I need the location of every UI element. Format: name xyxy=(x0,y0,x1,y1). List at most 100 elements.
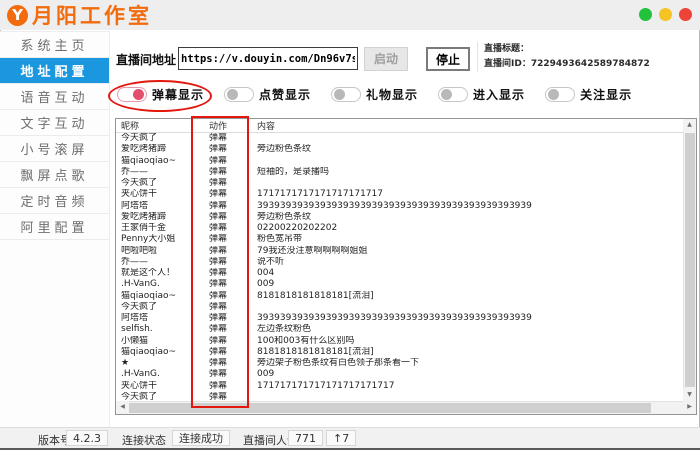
stop-button[interactable]: 停止 xyxy=(426,47,470,71)
sidebar-item-5[interactable]: 小号滚屏 xyxy=(0,136,109,162)
horizontal-scroll-thumb[interactable] xyxy=(129,403,651,413)
cell-content: 79我还没注意啊啊啊啊姐姐 xyxy=(257,246,681,257)
scroll-right-icon[interactable]: ▶ xyxy=(683,401,696,414)
table-row[interactable]: 乔——弹幕说不听 xyxy=(116,257,683,268)
sidebar-item-7[interactable]: 定时音频 xyxy=(0,188,109,214)
scroll-up-icon[interactable]: ▲ xyxy=(683,119,696,131)
cell-nickname: ★ xyxy=(121,358,206,369)
table-row[interactable]: 今天疯了弹幕 xyxy=(116,133,683,144)
cell-content: 短袖的，是录播吗 xyxy=(257,167,681,178)
table-row[interactable]: 夹心饼干弹幕171717171717171717171717 xyxy=(116,381,683,392)
toggle-switch-5[interactable] xyxy=(545,87,575,102)
cell-nickname: 小懒猫 xyxy=(121,336,206,347)
table-row[interactable]: 就是这个人！弹幕004 xyxy=(116,268,683,279)
cell-content: 旁边粉色条纹 xyxy=(257,212,681,223)
yellow-light[interactable] xyxy=(659,8,672,21)
cell-nickname: .H-VanG. xyxy=(121,279,206,290)
toggle-label-2: 点赞显示 xyxy=(259,86,311,103)
toggle-switch-1[interactable] xyxy=(117,87,147,102)
horizontal-scrollbar[interactable]: ◀ ▶ xyxy=(116,401,696,414)
connection-status: 连接成功 xyxy=(172,430,230,446)
scroll-left-icon[interactable]: ◀ xyxy=(116,401,129,414)
table-row[interactable]: Penny大小姐弹幕粉色宽吊带 xyxy=(116,234,683,245)
cell-content: 3939393939393939393939393939393939393939… xyxy=(257,201,681,212)
scroll-down-icon[interactable]: ▼ xyxy=(683,389,696,401)
sidebar-item-1[interactable]: 系统主页 xyxy=(0,32,109,58)
green-light[interactable] xyxy=(639,8,652,21)
vertical-scroll-thumb[interactable] xyxy=(685,133,695,387)
sidebar-item-6[interactable]: 飘屏点歌 xyxy=(0,162,109,188)
table-row[interactable]: 阿塔塔弹幕39393939393939393939393939393939393… xyxy=(116,313,683,324)
cell-action: 弹幕 xyxy=(209,223,254,234)
toggle-knob-icon xyxy=(441,89,452,100)
cell-nickname: 吧啦吧啦 xyxy=(121,246,206,257)
cell-content: 004 xyxy=(257,268,681,279)
cell-nickname: 就是这个人！ xyxy=(121,268,206,279)
cell-nickname: 猫qiaoqiao~ xyxy=(121,156,206,167)
toggle-switch-3[interactable] xyxy=(331,87,361,102)
table-row[interactable]: 王家俏千金弹幕02200220202202 xyxy=(116,223,683,234)
room-id-value: 7229493642589784872 xyxy=(531,59,650,69)
app-logo-icon: Y xyxy=(7,5,28,26)
status-bar: 版本号 4.2.3 连接状态 连接成功 直播间人气 771 ↑7 xyxy=(0,427,700,450)
toggle-label-3: 礼物显示 xyxy=(366,86,418,103)
room-url-input[interactable] xyxy=(178,47,358,70)
cell-action: 弹幕 xyxy=(209,313,254,324)
cell-nickname: 乔—— xyxy=(121,167,206,178)
sidebar-item-2[interactable]: 地址配置 xyxy=(0,58,109,84)
cell-content: 1717171717171717171717 xyxy=(257,189,681,200)
table-row[interactable]: 夹心饼干弹幕1717171717171717171717 xyxy=(116,189,683,200)
red-light[interactable] xyxy=(679,8,692,21)
cell-nickname: selfish. xyxy=(121,324,206,335)
vertical-scrollbar[interactable]: ▲ ▼ xyxy=(683,119,696,401)
table-row[interactable]: 今天疯了弹幕 xyxy=(116,392,683,401)
table-row[interactable]: 猫qiaoqiao~弹幕8181818181818181[流泪] xyxy=(116,291,683,302)
cell-nickname: 乔—— xyxy=(121,257,206,268)
title-bar: Y 月阳工作室 xyxy=(0,0,700,30)
toggle-switch-4[interactable] xyxy=(438,87,468,102)
table-row[interactable]: 小懒猫弹幕100和003有什么区别吗 xyxy=(116,336,683,347)
table-row[interactable]: 阿塔塔弹幕39393939393939393939393939393939393… xyxy=(116,201,683,212)
cell-nickname: 猫qiaoqiao~ xyxy=(121,291,206,302)
cell-content: 100和003有什么区别吗 xyxy=(257,336,681,347)
table-row[interactable]: 猫qiaoqiao~弹幕 xyxy=(116,156,683,167)
table-row[interactable]: 吧啦吧啦弹幕79我还没注意啊啊啊啊姐姐 xyxy=(116,246,683,257)
sidebar-item-3[interactable]: 语音互动 xyxy=(0,84,109,110)
cell-nickname: 今天疯了 xyxy=(121,302,206,313)
cell-action: 弹幕 xyxy=(209,133,254,144)
table-row[interactable]: 今天疯了弹幕 xyxy=(116,178,683,189)
cell-action: 弹幕 xyxy=(209,291,254,302)
cell-content: 009 xyxy=(257,369,681,380)
sidebar-item-4[interactable]: 文字互动 xyxy=(0,110,109,136)
chat-table-body: 今天疯了弹幕爱吃烤猪蹄弹幕旁边粉色条纹猫qiaoqiao~弹幕乔——弹幕短袖的，… xyxy=(116,133,683,401)
cell-nickname: 今天疯了 xyxy=(121,392,206,401)
cell-action: 弹幕 xyxy=(209,156,254,167)
table-row[interactable]: ★弹幕旁边架子粉色条纹有白色领子那条看一下 xyxy=(116,358,683,369)
cell-action: 弹幕 xyxy=(209,268,254,279)
cell-action: 弹幕 xyxy=(209,234,254,245)
toggle-label-4: 进入显示 xyxy=(473,86,525,103)
toggle-switch-2[interactable] xyxy=(224,87,254,102)
table-row[interactable]: 乔——弹幕短袖的，是录播吗 xyxy=(116,167,683,178)
table-row[interactable]: .H-VanG.弹幕009 xyxy=(116,369,683,380)
toggle-group-3: 礼物显示 xyxy=(331,86,418,103)
start-button[interactable]: 启动 xyxy=(364,47,408,71)
cell-action: 弹幕 xyxy=(209,178,254,189)
table-row[interactable]: 爱吃烤猪蹄弹幕旁边粉色条纹 xyxy=(116,144,683,155)
room-url-label: 直播间地址 xyxy=(116,51,176,68)
toggle-group-5: 关注显示 xyxy=(545,86,632,103)
cell-nickname: 夹心饼干 xyxy=(121,189,206,200)
cell-nickname: 爱吃烤猪蹄 xyxy=(121,212,206,223)
table-row[interactable]: 猫qiaoqiao~弹幕8181818181818181[流泪] xyxy=(116,347,683,358)
table-row[interactable]: 今天疯了弹幕 xyxy=(116,302,683,313)
cell-content: 粉色宽吊带 xyxy=(257,234,681,245)
cell-content: 8181818181818181[流泪] xyxy=(257,347,681,358)
toggle-knob-icon xyxy=(548,89,559,100)
cell-action: 弹幕 xyxy=(209,257,254,268)
table-row[interactable]: .H-VanG.弹幕009 xyxy=(116,279,683,290)
sidebar-item-8[interactable]: 阿里配置 xyxy=(0,214,109,240)
cell-nickname: 阿塔塔 xyxy=(121,201,206,212)
table-row[interactable]: selfish.弹幕左边条纹粉色 xyxy=(116,324,683,335)
cell-content: 02200220202202 xyxy=(257,223,681,234)
table-row[interactable]: 爱吃烤猪蹄弹幕旁边粉色条纹 xyxy=(116,212,683,223)
